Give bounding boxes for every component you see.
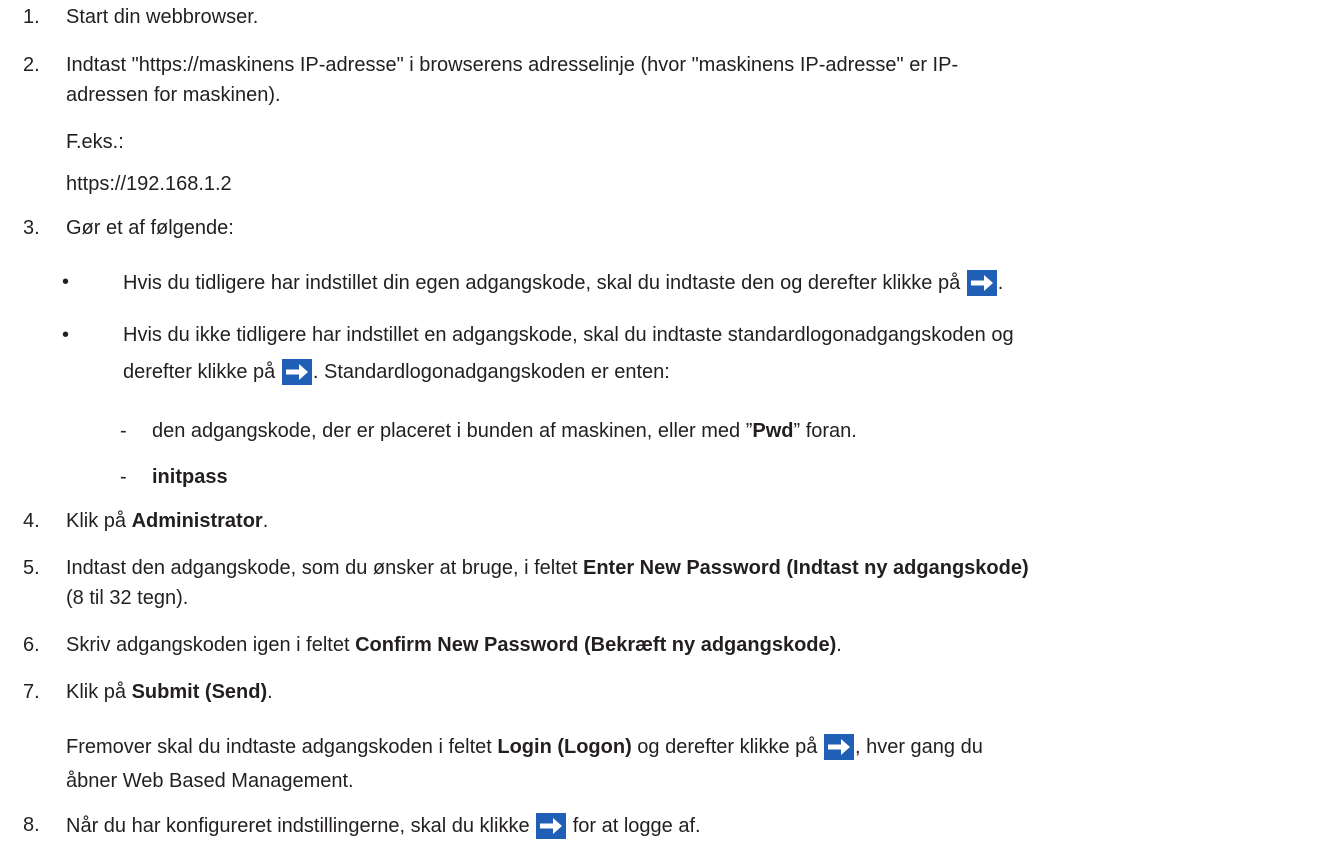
dash-item: - den adgangskode, der er placeret i bun…: [0, 419, 1339, 443]
step-text-bold: Administrator: [131, 510, 263, 532]
note-text-start: Fremover skal du indtaste adgangskoden i…: [66, 736, 498, 758]
dash-mark: -: [120, 420, 127, 442]
step-number: 3.: [23, 217, 40, 239]
step-text: Når du har konfigureret indstillingerne,…: [66, 815, 530, 837]
arrow-right-icon: [966, 270, 997, 296]
arrow-right-icon: [281, 359, 312, 385]
example-label: F.eks.:: [66, 131, 124, 153]
step-text: Klik på: [66, 681, 132, 703]
step-text-end: for at logge af.: [572, 815, 701, 837]
step-text: Indtast "https://maskinens IP-adresse" i…: [66, 54, 959, 76]
bullet-text-continued: derefter klikke på . Standardlogonadgang…: [123, 359, 670, 385]
step-text-end: .: [267, 681, 273, 703]
step-text-end: .: [836, 634, 842, 656]
note-text-bold: Login (Logon): [497, 736, 632, 758]
bullet-item: • Hvis du ikke tidligere har indstillet …: [0, 323, 1339, 347]
dash-text: den adgangskode, der er placeret i bunde…: [152, 420, 753, 442]
bullet-mark: •: [62, 271, 70, 293]
step-text-bold: Enter New Password (Indtast ny adgangsko…: [582, 557, 1029, 579]
step-number: 6.: [23, 634, 40, 656]
step-number: 4.: [23, 510, 40, 532]
step-number: 7.: [23, 681, 40, 703]
dash-mark: -: [120, 466, 127, 488]
step-text: Skriv adgangskoden igen i feltet: [66, 634, 356, 656]
step-text-continued: adressen for maskinen).: [66, 84, 281, 106]
bullet-text: Hvis du ikke tidligere har indstillet en…: [123, 324, 1014, 346]
step-text: Indtast den adgangskode, som du ønsker a…: [66, 557, 583, 579]
dash-text-bold: initpass: [152, 466, 228, 488]
note-text-end: , hver gang du: [854, 736, 983, 758]
step-number: 1.: [23, 6, 40, 28]
dash-text-bold: Pwd: [752, 420, 794, 442]
step-text-continued: (8 til 32 tegn).: [66, 587, 189, 609]
step-text: Gør et af følgende:: [66, 217, 234, 239]
dash-text-end: ” foran.: [793, 420, 857, 442]
arrow-right-icon: [823, 734, 854, 760]
bullet-mark: •: [62, 324, 70, 346]
bullet-text: derefter klikke på: [123, 361, 276, 383]
step-number: 2.: [23, 54, 40, 76]
dash-item: - initpass: [0, 465, 1339, 489]
note-text-continued: åbner Web Based Management.: [66, 770, 354, 792]
bullet-text-end: . Standardlogonadgangskoden er enten:: [312, 361, 670, 383]
step-text-bold: Submit (Send): [131, 681, 268, 703]
note-text-mid: og derefter klikke på: [631, 736, 818, 758]
step-text-bold: Confirm New Password (Bekræft ny adgangs…: [355, 634, 837, 656]
arrow-right-icon: [536, 813, 567, 839]
bullet-item: • Hvis du tidligere har indstillet din e…: [0, 270, 1339, 296]
example-url: https://192.168.1.2: [66, 173, 232, 195]
step-number: 5.: [23, 557, 40, 579]
step-number: 8.: [23, 814, 40, 836]
note-text: Fremover skal du indtaste adgangskoden i…: [66, 734, 983, 760]
step-text: Start din webbrowser.: [66, 6, 259, 28]
step-text: Klik på: [66, 510, 132, 532]
bullet-text: Hvis du tidligere har indstillet din ege…: [123, 272, 961, 294]
step-text-end: .: [262, 510, 269, 532]
bullet-text-end: .: [997, 272, 1004, 294]
